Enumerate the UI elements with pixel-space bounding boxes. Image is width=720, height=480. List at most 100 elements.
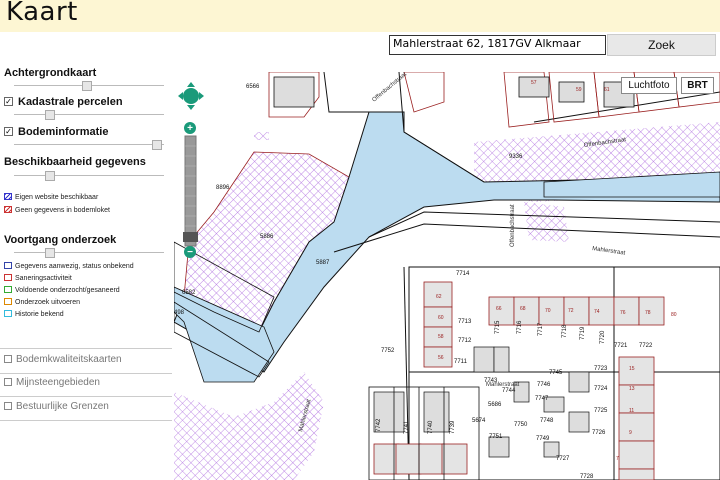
map-nav-control[interactable]: + − <box>178 80 206 260</box>
parcel-7740: 7740 <box>428 420 434 434</box>
beschikbaarheid-label: Beschikbaarheid gegevens <box>4 156 146 168</box>
page-title: Kaart <box>6 0 78 27</box>
parcel-7718: 7718 <box>562 324 568 338</box>
parcel-7720: 7720 <box>600 330 606 344</box>
parcel-5674: 5674 <box>472 418 486 424</box>
pan-control[interactable] <box>178 82 204 110</box>
kadastrale-label: Kadastrale percelen <box>18 96 123 108</box>
kadastrale-slider[interactable] <box>14 110 164 120</box>
parcel-7717: 7717 <box>538 322 544 336</box>
svg-text:74: 74 <box>594 309 600 315</box>
svg-text:61: 61 <box>604 87 610 93</box>
parcel-6582: 6582 <box>182 290 196 296</box>
bodeminformatie-label: Bodeminformatie <box>18 126 109 138</box>
pan-left-icon[interactable] <box>178 92 183 100</box>
search-input[interactable]: Mahlerstraat 62, 1817GV Alkmaar <box>389 35 606 55</box>
parcel-5686: 5686 <box>488 402 502 408</box>
slider-knob[interactable] <box>45 248 55 258</box>
svg-text:76: 76 <box>620 310 626 316</box>
parcel-7751: 7751 <box>489 434 503 440</box>
road-edge <box>323 72 369 113</box>
pan-right-icon[interactable] <box>199 92 204 100</box>
parcel-7749: 7749 <box>536 436 550 442</box>
layer-bestuurlijke-grenzen[interactable]: Bestuurlijke Grenzen <box>4 401 109 412</box>
parcel-7724: 7724 <box>594 386 608 392</box>
svg-text:70: 70 <box>545 308 551 314</box>
parcel-7752: 7752 <box>381 348 395 354</box>
parcel-7723: 7723 <box>594 366 608 372</box>
kadastrale-checkbox[interactable]: ✓ <box>4 97 13 106</box>
legend-voldoende: Voldoende onderzocht/gesaneerd <box>4 286 120 295</box>
bodeminformatie-checkbox[interactable]: ✓ <box>4 127 13 136</box>
legend-geen-gegevens: Geen gegevens in bodemloket <box>4 206 110 215</box>
legend-status-onbekend: Gegevens aanwezig, status onbekend <box>4 262 134 271</box>
parcel-7742: 7742 <box>376 418 382 432</box>
beschikbaarheid-slider[interactable] <box>14 171 164 181</box>
svg-text:11: 11 <box>629 408 634 414</box>
slider-knob[interactable] <box>45 110 55 120</box>
parcel-7728: 7728 <box>580 474 594 480</box>
hatch-area <box>524 202 569 242</box>
svg-text:72: 72 <box>568 308 574 314</box>
svg-text:59: 59 <box>576 87 582 93</box>
svg-text:80: 80 <box>671 312 677 318</box>
parcel-7722: 7722 <box>639 343 653 349</box>
parcel-7741: 7741 <box>404 420 410 434</box>
voortgang-slider[interactable] <box>14 248 164 258</box>
map-view[interactable]: 6566 9336 8896 5886 5887 6582 7714 7713 … <box>174 72 720 480</box>
svg-text:9: 9 <box>629 430 632 436</box>
divider <box>0 348 172 349</box>
parcel-5887: 5887 <box>316 260 330 266</box>
street-label: Mahlerstraat <box>592 246 626 257</box>
parcel-7750: 7750 <box>514 422 528 428</box>
achtergrondkaart-slider[interactable] <box>14 81 164 91</box>
parcel-7747: 7747 <box>535 396 549 402</box>
svg-text:7: 7 <box>616 456 619 462</box>
parcel-8896: 8896 <box>216 185 230 191</box>
svg-text:58: 58 <box>438 334 444 340</box>
svg-text:56: 56 <box>438 355 444 361</box>
parcel-7714: 7714 <box>456 271 470 277</box>
parcel-7739: 7739 <box>450 420 456 434</box>
parcel-7712: 7712 <box>458 338 472 344</box>
layer-mijnsteengebieden[interactable]: Mijnsteengebieden <box>4 377 100 388</box>
pan-down-icon[interactable] <box>187 105 195 110</box>
parcel-7713: 7713 <box>458 319 472 325</box>
parcel-7748: 7748 <box>540 418 554 424</box>
parcel-7726: 7726 <box>592 430 606 436</box>
parcel-7745: 7745 <box>549 370 563 376</box>
bodeminformatie-slider[interactable] <box>14 140 164 150</box>
divider <box>0 373 172 374</box>
sidebar: Achtergrondkaart ✓ Kadastrale percelen ✓… <box>0 60 174 480</box>
parcel-5886: 5886 <box>260 234 274 240</box>
legend-historie: Historie bekend <box>4 310 64 319</box>
parcel-7716: 7716 <box>517 320 523 334</box>
slider-knob[interactable] <box>82 81 92 91</box>
luchtfoto-button[interactable]: Luchtfoto <box>621 77 677 94</box>
header-bar: Kaart <box>0 0 720 32</box>
hatch-area <box>254 132 269 140</box>
voortgang-label: Voortgang onderzoek <box>4 234 117 246</box>
layer-bodemkwaliteitskaarten[interactable]: Bodemkwaliteitskaarten <box>4 354 122 365</box>
legend-onderzoek: Onderzoek uitvoeren <box>4 298 80 307</box>
pan-up-icon[interactable] <box>187 82 195 87</box>
parcel-7746: 7746 <box>537 382 551 388</box>
map-canvas[interactable]: 6566 9336 8896 5886 5887 6582 7714 7713 … <box>174 72 720 480</box>
slider-knob[interactable] <box>45 171 55 181</box>
svg-text:66: 66 <box>496 306 502 312</box>
parcel-6566: 6566 <box>246 84 260 90</box>
svg-text:13: 13 <box>629 386 635 392</box>
parcel-498: 498 <box>174 310 185 316</box>
divider <box>0 420 172 421</box>
brt-button[interactable]: BRT <box>681 77 714 94</box>
parcel-7721: 7721 <box>614 343 628 349</box>
zoom-slider-track[interactable] <box>184 135 197 247</box>
svg-text:57: 57 <box>531 80 537 86</box>
road-edge <box>333 223 720 253</box>
legend-sanering: Saneringsactiviteit <box>4 274 72 283</box>
zoom-slider-handle[interactable] <box>183 232 198 242</box>
search-button[interactable]: Zoek <box>607 34 716 56</box>
pan-circle[interactable] <box>183 88 199 104</box>
svg-text:60: 60 <box>438 315 444 321</box>
slider-knob[interactable] <box>152 140 162 150</box>
